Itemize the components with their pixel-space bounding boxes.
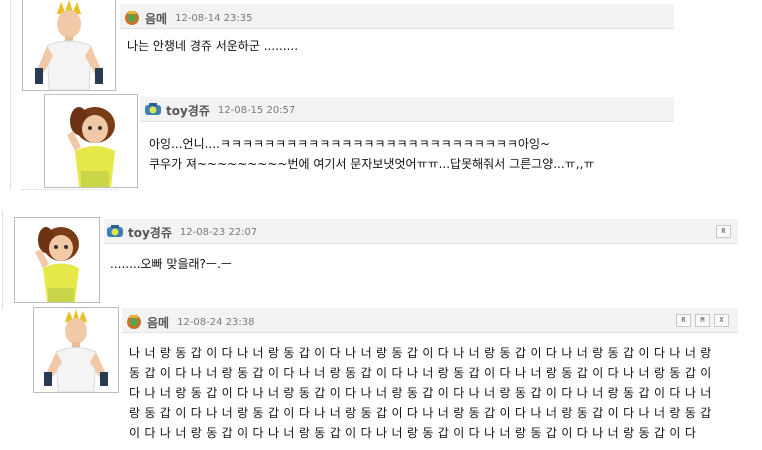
nickname[interactable]: toy경쥬 bbox=[166, 102, 210, 119]
comment-actions: R bbox=[716, 225, 731, 238]
thread-line bbox=[2, 210, 3, 310]
nickname[interactable]: 음메 bbox=[147, 314, 169, 331]
comment-text: 나너랑동갑이다나너랑동갑이다나너랑동갑이다나너랑동갑이다나너랑동갑이다나너랑동갑… bbox=[129, 346, 716, 440]
comment-date: 12-08-14 23:35 bbox=[175, 12, 253, 24]
comment-text: ........오빠 맞을래?ㅡ.ㅡ bbox=[110, 257, 232, 271]
avatar bbox=[14, 217, 100, 303]
comment-meta: 음메 12-08-24 23:38 bbox=[125, 312, 254, 332]
level-icon bbox=[107, 225, 123, 237]
avatar bbox=[44, 94, 138, 188]
reply-button[interactable]: R bbox=[676, 314, 691, 327]
thread-line bbox=[10, 0, 11, 190]
modify-button[interactable]: M bbox=[695, 314, 710, 327]
avatar bbox=[22, 0, 116, 91]
nickname[interactable]: toy경쥬 bbox=[128, 224, 172, 241]
comment-date: 12-08-24 23:38 bbox=[177, 316, 255, 328]
comment-meta: 음메 12-08-14 23:35 bbox=[123, 8, 252, 28]
comment-actions: R M X bbox=[676, 314, 729, 327]
divider bbox=[22, 189, 118, 190]
delete-button[interactable]: X bbox=[714, 314, 729, 327]
comment-meta: toy경쥬 12-08-23 22:07 bbox=[106, 222, 257, 242]
comment-date: 12-08-23 22:07 bbox=[179, 226, 258, 238]
comment-text: 아잉...언니....ㅋㅋㅋㅋㅋㅋㅋㅋㅋㅋㅋㅋㅋㅋㅋㅋㅋㅋㅋㅋㅋㅋㅋㅋㅋㅋㅋ아잉… bbox=[149, 137, 595, 171]
level-icon bbox=[127, 315, 141, 329]
level-icon bbox=[145, 103, 161, 115]
comment-text: 나는 안챙네 경쥬 서운하군 ......... bbox=[127, 39, 299, 53]
level-icon bbox=[125, 11, 139, 25]
nickname[interactable]: 음메 bbox=[145, 10, 167, 27]
comment-date: 12-08-15 20:57 bbox=[217, 104, 296, 116]
reply-button[interactable]: R bbox=[716, 225, 731, 238]
comment-meta: toy경쥬 12-08-15 20:57 bbox=[144, 100, 295, 120]
avatar bbox=[33, 307, 119, 393]
